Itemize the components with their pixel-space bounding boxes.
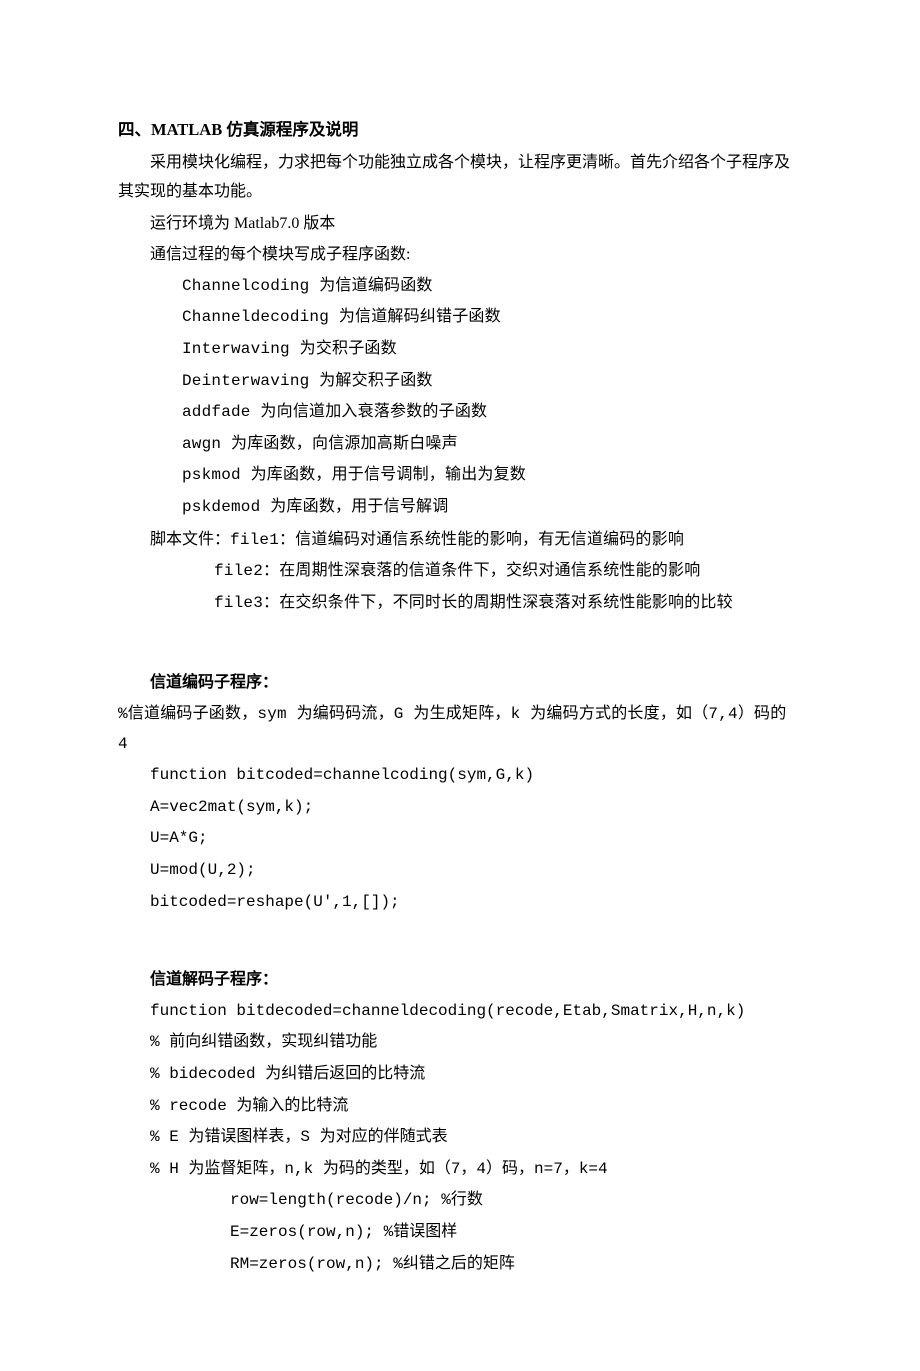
- scripts-line-1: 脚本文件：file1：信道编码对通信系统性能的影响，有无信道编码的影响: [118, 525, 802, 556]
- code-line: RM=zeros(row,n); %纠错之后的矩阵: [118, 1250, 802, 1280]
- code-line: U=mod(U,2);: [118, 856, 802, 886]
- intro-paragraph-3: 通信过程的每个模块写成子程序函数:: [118, 240, 802, 270]
- decoding-subheading: 信道解码子程序：: [118, 965, 802, 995]
- func-item: addfade 为向信道加入衰落参数的子函数: [118, 398, 802, 428]
- code-line: % H 为监督矩阵，n,k 为码的类型，如（7，4）码，n=7，k=4: [118, 1155, 802, 1185]
- code-line: function bitdecoded=channeldecoding(reco…: [118, 997, 802, 1027]
- code-line: row=length(recode)/n; %行数: [118, 1186, 802, 1216]
- code-line: E=zeros(row,n); %错误图样: [118, 1218, 802, 1248]
- code-line: % E 为错误图样表，S 为对应的伴随式表: [118, 1123, 802, 1153]
- spacer: [118, 620, 802, 668]
- code-line: % bidecoded 为纠错后返回的比特流: [118, 1060, 802, 1090]
- func-item: Channeldecoding 为信道解码纠错子函数: [118, 303, 802, 333]
- code-line: U=A*G;: [118, 824, 802, 854]
- script-item: file2：在周期性深衰落的信道条件下，交织对通信系统性能的影响: [118, 557, 802, 587]
- encoding-subheading: 信道编码子程序：: [118, 668, 802, 698]
- func-item: Deinterwaving 为解交积子函数: [118, 367, 802, 397]
- func-item: pskmod 为库函数，用于信号调制，输出为复数: [118, 461, 802, 491]
- code-line: A=vec2mat(sym,k);: [118, 793, 802, 823]
- func-item: Channelcoding 为信道编码函数: [118, 272, 802, 302]
- code-line: % recode 为输入的比特流: [118, 1092, 802, 1122]
- intro-paragraph-2: 运行环境为 Matlab7.0 版本: [118, 209, 802, 239]
- script-item: file1：信道编码对通信系统性能的影响，有无信道编码的影响: [230, 531, 684, 549]
- code-line: % 前向纠错函数，实现纠错功能: [118, 1028, 802, 1058]
- document-page: 四、MATLAB 仿真源程序及说明 采用模块化编程，力求把每个功能独立成各个模块…: [0, 0, 920, 1371]
- scripts-label: 脚本文件：: [150, 531, 230, 548]
- encoding-comment: %信道编码子函数，sym 为编码码流，G 为生成矩阵，k 为编码方式的长度，如（…: [118, 700, 802, 759]
- spacer: [118, 919, 802, 965]
- code-line: bitcoded=reshape(U',1,[]);: [118, 888, 802, 918]
- func-item: pskdemod 为库函数，用于信号解调: [118, 493, 802, 523]
- script-item: file3：在交织条件下，不同时长的周期性深衰落对系统性能影响的比较: [118, 589, 802, 619]
- section-heading: 四、MATLAB 仿真源程序及说明: [118, 115, 802, 146]
- intro-paragraph-1: 采用模块化编程，力求把每个功能独立成各个模块，让程序更清晰。首先介绍各个子程序及…: [118, 148, 802, 207]
- code-line: function bitcoded=channelcoding(sym,G,k): [118, 761, 802, 791]
- func-item: awgn 为库函数，向信源加高斯白噪声: [118, 430, 802, 460]
- func-item: Interwaving 为交积子函数: [118, 335, 802, 365]
